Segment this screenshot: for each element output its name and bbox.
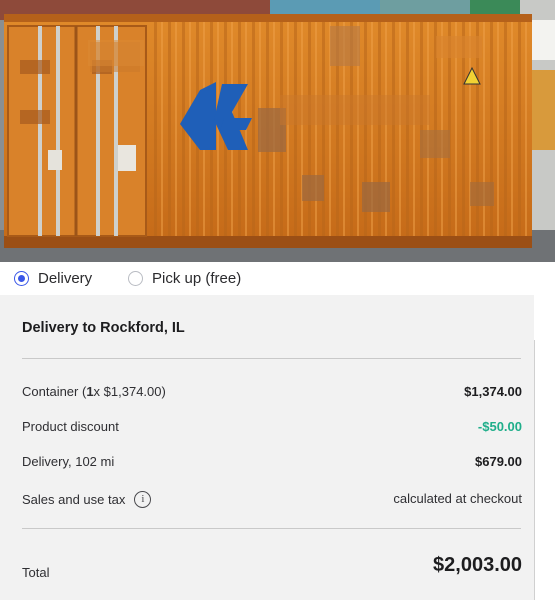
delivery-label: Delivery <box>38 270 93 287</box>
option-delivery[interactable]: Delivery <box>14 270 92 287</box>
total-label: Total <box>22 565 50 580</box>
tax-row: Sales and use tax i calculated at checko… <box>22 491 522 511</box>
order-summary: Delivery to Rockford, IL Container (1 x … <box>0 295 534 600</box>
container-photo <box>0 0 555 262</box>
tax-value: calculated at checkout <box>393 491 522 506</box>
tax-label-wrap: Sales and use tax i <box>22 491 152 508</box>
container-value: $1,374.00 <box>464 384 522 399</box>
pickup-label: Pick up (free) <box>152 270 242 287</box>
shipping-container-image <box>0 0 555 262</box>
pickup-radio[interactable] <box>128 271 143 286</box>
discount-label: Product discount <box>22 419 119 434</box>
divider <box>22 528 521 529</box>
summary-title: Delivery to Rockford, IL <box>22 320 185 336</box>
option-pickup[interactable]: Pick up (free) <box>128 270 241 287</box>
container-label-suffix: x $1,374.00) <box>93 384 166 399</box>
total-value: $2,003.00 <box>433 554 522 576</box>
delivery-fee-row: Delivery, 102 mi $679.00 <box>22 454 522 474</box>
card-edge-line <box>534 340 535 600</box>
discount-value: -$50.00 <box>477 419 522 434</box>
container-label: Container (1 x $1,374.00) <box>22 384 166 399</box>
divider <box>22 358 521 359</box>
delivery-fee-label: Delivery, 102 mi <box>22 454 115 469</box>
delivery-radio[interactable] <box>14 271 29 286</box>
container-row: Container (1 x $1,374.00) $1,374.00 <box>22 384 522 404</box>
fulfillment-options: Delivery Pick up (free) <box>0 262 555 295</box>
info-icon[interactable]: i <box>134 491 152 508</box>
tax-label: Sales and use tax <box>22 492 126 507</box>
delivery-fee-value: $679.00 <box>475 454 522 469</box>
container-qty: 1 <box>86 384 94 399</box>
container-label-prefix: Container ( <box>22 384 87 399</box>
discount-row: Product discount -$50.00 <box>22 419 522 439</box>
